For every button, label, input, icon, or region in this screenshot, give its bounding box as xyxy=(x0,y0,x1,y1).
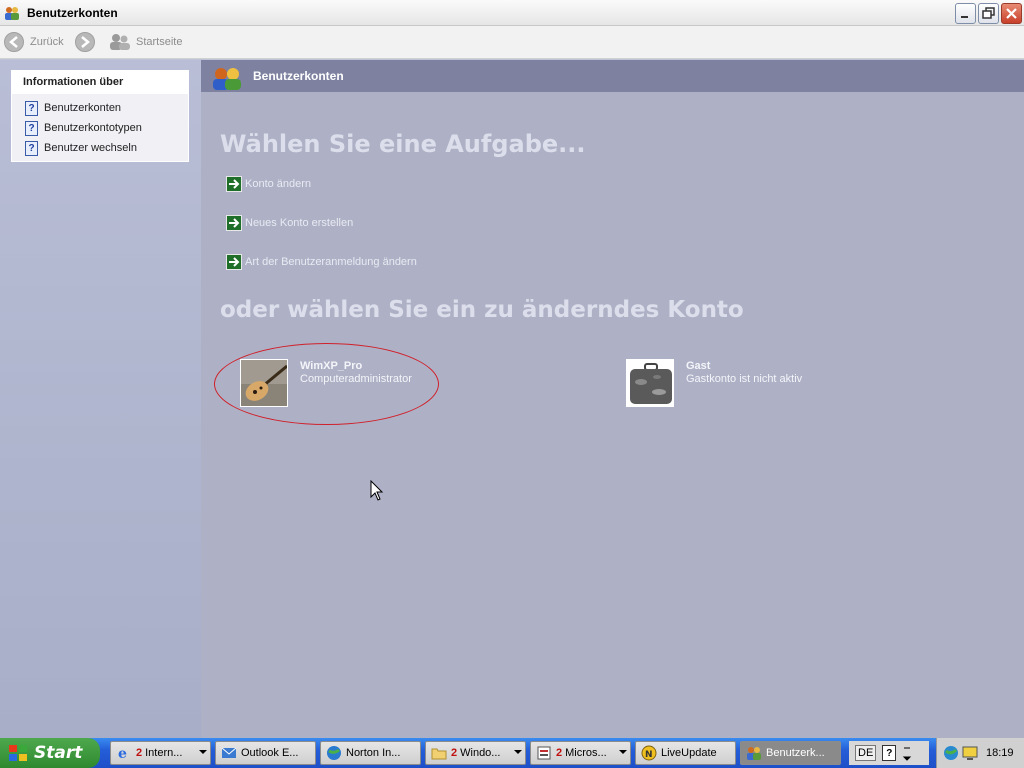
language-bar[interactable]: DE ? xyxy=(849,741,929,765)
options-arrow-icon[interactable] xyxy=(902,745,912,761)
window-title: Benutzerkonten xyxy=(27,6,118,20)
taskbar-button-label: Outlook E... xyxy=(241,747,299,759)
green-arrow-icon xyxy=(226,254,242,270)
window-count: 2 xyxy=(556,747,563,759)
info-link-label: Benutzer wechseln xyxy=(44,142,137,154)
globe-icon xyxy=(327,746,341,760)
taskbar-button-outlook[interactable]: Outlook E... xyxy=(215,741,316,765)
taskbar-button-benutzerkonten[interactable]: Benutzerk... xyxy=(740,741,841,765)
taskbar-button-label: Intern... xyxy=(145,747,183,759)
back-label: Zurück xyxy=(30,36,64,48)
help-icon: ? xyxy=(25,100,38,116)
task-neues-konto[interactable]: Neues Konto erstellen xyxy=(226,215,353,231)
navigation-toolbar: Zurück Startseite xyxy=(0,26,1024,59)
minimize-icon xyxy=(961,16,968,18)
window-count: 2 xyxy=(136,747,143,759)
home-button[interactable]: Startseite xyxy=(109,32,182,52)
side-panel: Informationen über ? Benutzerkonten ? Be… xyxy=(0,60,201,738)
chevron-down-icon xyxy=(619,750,627,754)
liveupdate-icon: N xyxy=(641,745,657,761)
taskbar-button-label: Benutzerk... xyxy=(766,747,825,759)
network-globe-icon[interactable] xyxy=(943,745,959,761)
taskbar-button-liveupdate[interactable]: N LiveUpdate xyxy=(635,741,736,765)
users-icon xyxy=(213,68,241,90)
green-arrow-icon xyxy=(226,176,242,192)
chevron-down-icon xyxy=(514,750,522,754)
taskbar-button-label: Micros... xyxy=(565,747,607,759)
info-link-label: Benutzerkonten xyxy=(44,102,122,114)
home-users-icon xyxy=(110,34,130,50)
taskbar-button-microsoft[interactable]: 2 Micros... xyxy=(530,741,631,765)
task-label: Art der Benutzeranmeldung ändern xyxy=(245,256,417,268)
ie-icon: e xyxy=(118,746,127,761)
account-name: Gast xyxy=(686,360,711,372)
info-link-benutzerkonten[interactable]: ? Benutzerkonten xyxy=(12,98,188,118)
windows-flag-icon xyxy=(9,745,27,761)
taskbar-button-label: LiveUpdate xyxy=(661,747,717,759)
help-icon[interactable]: ? xyxy=(882,745,897,761)
users-icon xyxy=(747,747,761,760)
close-icon xyxy=(1006,8,1017,19)
banner: Benutzerkonten xyxy=(201,60,1024,92)
svg-text:N: N xyxy=(645,750,653,760)
home-label: Startseite xyxy=(136,36,183,48)
monitor-icon[interactable] xyxy=(962,745,978,761)
banner-title: Benutzerkonten xyxy=(253,69,344,83)
info-link-benutzer-wechseln[interactable]: ? Benutzer wechseln xyxy=(12,138,188,158)
taskbar-button-label: Windo... xyxy=(460,747,501,759)
system-tray: 18:19 xyxy=(936,738,1024,768)
account-type: Computeradministrator xyxy=(300,373,412,385)
back-arrow-icon xyxy=(4,32,24,52)
users-icon xyxy=(5,7,19,20)
title-bar[interactable]: Benutzerkonten xyxy=(0,0,1024,26)
clock[interactable]: 18:19 xyxy=(986,747,1014,759)
taskbar-button-internet[interactable]: e 2 Intern... xyxy=(110,741,211,765)
taskbar-button-windows[interactable]: 2 Windo... xyxy=(425,741,526,765)
forward-arrow-icon xyxy=(75,32,95,52)
back-button[interactable]: Zurück xyxy=(4,32,64,52)
help-icon: ? xyxy=(25,120,38,136)
app-icon xyxy=(537,746,551,760)
mouse-cursor-icon xyxy=(370,480,384,501)
language-indicator[interactable]: DE xyxy=(855,745,877,761)
forward-button[interactable] xyxy=(75,32,101,52)
main-panel: Benutzerkonten Wählen Sie eine Aufgabe..… xyxy=(201,60,1024,738)
info-box: Informationen über ? Benutzerkonten ? Be… xyxy=(11,70,189,162)
restore-icon xyxy=(982,7,995,19)
restore-button[interactable] xyxy=(978,3,999,24)
account-heading: oder wählen Sie ein zu änderndes Konto xyxy=(220,297,744,323)
chevron-down-icon xyxy=(199,750,207,754)
start-label: Start xyxy=(34,743,83,763)
window-count: 2 xyxy=(451,747,458,759)
task-heading: Wählen Sie eine Aufgabe... xyxy=(220,130,586,158)
folder-icon xyxy=(431,748,447,760)
help-icon: ? xyxy=(25,140,38,156)
taskbar-button-label: Norton In... xyxy=(346,747,401,759)
task-label: Konto ändern xyxy=(245,178,312,190)
info-link-label: Benutzerkontotypen xyxy=(44,122,142,134)
suitcase-icon xyxy=(626,359,674,407)
account-type: Gastkonto ist nicht aktiv xyxy=(686,373,803,385)
taskbar-button-norton[interactable]: Norton In... xyxy=(320,741,421,765)
svg-text:e: e xyxy=(118,746,127,761)
task-konto-aendern[interactable]: Konto ändern xyxy=(226,176,311,192)
info-box-header: Informationen über xyxy=(12,71,188,94)
outlook-icon xyxy=(221,747,237,758)
info-link-kontotypen[interactable]: ? Benutzerkontotypen xyxy=(12,118,188,138)
taskbar: Start e 2 Intern... Outlook E... Norton … xyxy=(0,738,1024,768)
task-label: Neues Konto erstellen xyxy=(245,217,354,229)
start-button[interactable]: Start xyxy=(0,738,100,768)
account-name: WimXP_Pro xyxy=(300,360,363,372)
guitar-icon xyxy=(240,359,288,407)
green-arrow-icon xyxy=(226,215,242,231)
task-anmeldung-aendern[interactable]: Art der Benutzeranmeldung ändern xyxy=(226,254,417,270)
close-button[interactable] xyxy=(1001,3,1022,24)
minimize-button[interactable] xyxy=(955,3,976,24)
